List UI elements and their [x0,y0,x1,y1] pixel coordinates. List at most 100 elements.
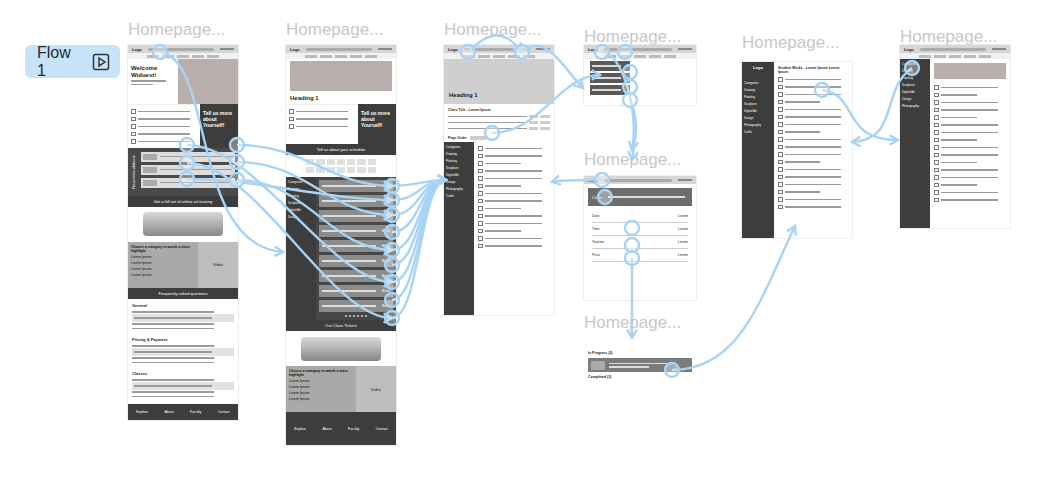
list-item[interactable] [778,160,848,165]
category-item[interactable]: Lorem Ipsum [131,273,195,277]
page-dot[interactable] [345,315,347,317]
homepage-frame[interactable]: Logo Welcome Widuest! Tell us more about… [128,45,238,420]
category-item[interactable]: Lorem Ipsum [131,267,195,271]
flow-connection[interactable] [552,180,602,182]
sidebar-item[interactable]: Digital Art [288,208,314,212]
hotspot[interactable] [385,293,399,307]
footer-link[interactable]: Explore [294,427,306,431]
list-item[interactable] [934,115,1006,120]
faq-row[interactable] [132,382,234,390]
list-item[interactable] [478,184,550,189]
hotspot[interactable] [461,45,475,59]
flow-connection[interactable] [392,180,446,215]
frame-title[interactable]: Homepage... [742,33,839,53]
class-row[interactable]: Book [319,195,393,207]
frame-title[interactable]: Homepage... [584,313,681,333]
list-item[interactable] [934,93,1006,98]
hotspot[interactable] [385,275,399,289]
sidebar-item[interactable]: Categories [288,180,314,184]
sidebar-item[interactable]: Crafts [744,130,772,134]
hotspot[interactable] [153,45,167,59]
sidebar-item[interactable]: Crafts [446,194,472,198]
frame-title[interactable]: Homepage... [584,27,681,47]
hotspot[interactable] [595,173,609,187]
sidebar-item[interactable]: Design [288,215,314,219]
faq-row[interactable] [132,326,234,331]
book-button[interactable]: Book [382,274,390,278]
list-item[interactable] [778,137,848,142]
sub-nav-tab[interactable] [634,55,646,58]
hotspot[interactable] [385,208,399,222]
list-item[interactable] [778,122,848,127]
faq-row[interactable] [132,356,234,361]
sidebar-item[interactable]: Categories [446,145,472,149]
flow-connection[interactable] [822,90,898,140]
calendar-day[interactable] [306,159,314,165]
logo[interactable]: Logo [744,65,772,70]
sub-nav-tab[interactable] [162,55,174,58]
logo[interactable]: Logo [290,47,300,52]
list-item[interactable] [478,199,550,204]
hotspot[interactable] [625,221,639,235]
list-item[interactable] [778,145,848,150]
flow-connection[interactable] [187,179,392,200]
list-item[interactable] [934,168,1006,173]
class-row[interactable]: Book [319,285,393,297]
calendar-day[interactable] [316,167,324,173]
flow-connection[interactable] [522,46,583,88]
recommendation-card[interactable] [141,178,235,188]
category-item[interactable]: Lorem Ipsum [289,385,353,389]
sidebar-item[interactable]: Design [744,116,772,120]
sidebar-item[interactable]: Design [902,97,928,101]
list-item[interactable] [478,161,550,166]
option-chip[interactable] [540,115,550,118]
flow-connection[interactable] [187,145,392,282]
sub-nav-tab[interactable] [177,55,189,58]
book-button[interactable]: Book [382,184,390,188]
flow-connection[interactable] [630,100,636,160]
class-row[interactable]: Book [319,210,393,222]
sub-nav-tab[interactable] [320,55,332,58]
sub-nav-tab[interactable] [619,55,631,58]
sub-nav-tab[interactable] [523,55,535,58]
question-row[interactable] [131,132,197,137]
category-item[interactable]: Lorem Ipsum [131,255,195,259]
list-item[interactable] [478,236,550,241]
hotspot[interactable] [625,251,639,265]
sidebar-item[interactable]: Sculpture [446,166,472,170]
list-item[interactable] [478,154,550,159]
list-item[interactable] [778,182,848,187]
list-item[interactable] [778,92,848,97]
faq-row[interactable] [132,390,234,395]
frame-title[interactable]: Homepage... [444,20,541,40]
checkbox[interactable] [131,132,136,137]
logo[interactable]: Logo [588,178,598,183]
nav-link[interactable] [220,48,234,50]
frame-title[interactable]: Homepage... [900,27,997,47]
question-row[interactable] [289,117,355,122]
list-item[interactable] [478,191,550,196]
flow-connection[interactable] [237,145,392,186]
footer-link[interactable]: About [322,427,331,431]
sidebar-item[interactable]: Sculpture [744,102,772,106]
hotspot[interactable] [665,363,679,377]
sidebar-item[interactable]: Painting [744,95,772,99]
option-chip[interactable] [529,115,539,118]
hotspot[interactable] [905,61,919,75]
faq-row[interactable] [132,360,234,365]
calendar-day[interactable] [327,159,335,165]
book-button[interactable]: Book [382,289,390,293]
question-row[interactable] [131,117,197,122]
sidebar-item[interactable]: Painting [902,76,928,80]
hotspot[interactable] [618,45,632,59]
list-item[interactable] [934,198,1006,203]
logo[interactable]: Logo [132,47,142,52]
hotspot[interactable] [595,45,609,59]
sidebar-item[interactable]: Digital Art [902,90,928,94]
search-field[interactable] [306,48,372,51]
checkbox[interactable] [131,139,136,144]
list-item[interactable] [934,145,1006,150]
booking-card[interactable]: Class [588,188,692,206]
hotspot[interactable] [230,173,244,187]
footer-link[interactable]: Contact [376,427,388,431]
